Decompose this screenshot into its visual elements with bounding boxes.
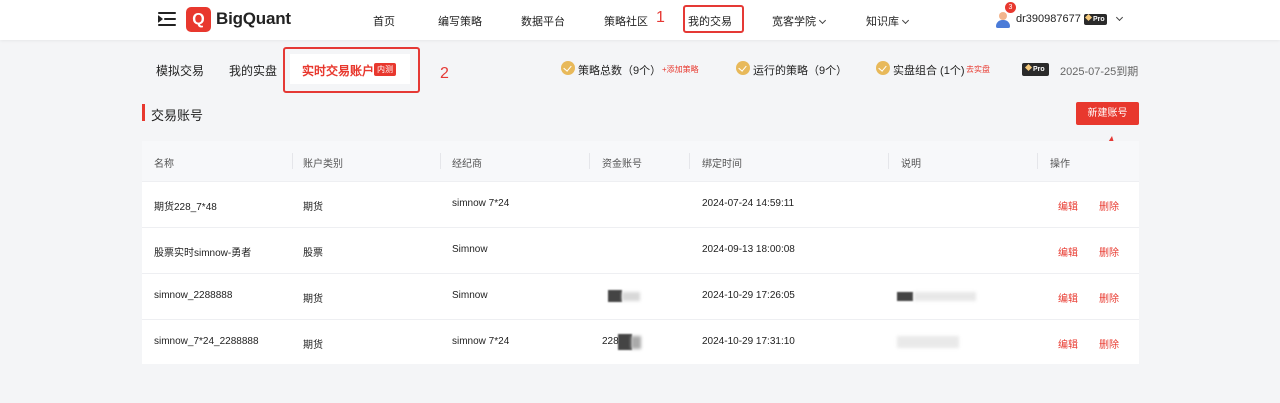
chevron-down-icon <box>818 16 827 25</box>
cell-time: 2024-09-13 18:00:08 <box>702 244 795 255</box>
cell-broker: simnow 7*24 <box>452 198 510 209</box>
go-live-link[interactable]: 去实盘 <box>966 64 990 75</box>
cell-type: 期货 <box>303 340 323 351</box>
redacted-account <box>618 334 632 350</box>
nav-active-highlight <box>683 5 744 33</box>
edit-button[interactable]: 编辑 <box>1058 290 1078 305</box>
redacted-description <box>897 336 959 348</box>
table-row: 股票实时simnow-勇者 股票 Simnow 2024-09-13 18:00… <box>142 227 1139 273</box>
redacted-description <box>914 292 976 301</box>
col-actions: 操作 <box>1050 159 1070 170</box>
table-row: simnow_2288888 期货 Simnow 2024-10-29 17:2… <box>142 273 1139 319</box>
redacted-description <box>897 292 913 301</box>
annotation-1: 1 <box>656 9 665 26</box>
top-header: Q BigQuant 首页 编写策略 数据平台 策略社区 我的交易 宽客学院 知… <box>0 0 1280 40</box>
delete-button[interactable]: 删除 <box>1099 336 1119 351</box>
annotation-2: 2 <box>440 65 449 82</box>
username[interactable]: dr390987677 <box>1016 13 1081 25</box>
redacted-account <box>608 290 622 302</box>
redacted-account <box>631 336 641 349</box>
nav-knowledge-base-label: 知识库 <box>866 16 899 28</box>
cell-time: 2024-10-29 17:31:10 <box>702 336 795 347</box>
tab-my-live[interactable]: 我的实盘 <box>229 62 277 79</box>
table-header: 名称 账户类别 经纪商 资金账号 绑定时间 说明 操作 <box>142 141 1139 181</box>
notification-badge[interactable]: 3 <box>1005 2 1016 13</box>
pro-badge-label: Pro <box>1093 16 1105 23</box>
logo-icon[interactable]: Q <box>186 7 211 32</box>
col-name: 名称 <box>154 159 174 170</box>
cell-broker: Simnow <box>452 244 488 255</box>
cell-type: 期货 <box>303 294 323 305</box>
cell-time: 2024-07-24 14:59:11 <box>702 198 795 209</box>
col-broker: 经纪商 <box>452 159 482 170</box>
cell-type: 期货 <box>303 202 323 213</box>
tab-simulated-trading[interactable]: 模拟交易 <box>156 62 204 79</box>
section-title: 交易账号 <box>151 108 204 123</box>
delete-button[interactable]: 删除 <box>1099 198 1119 213</box>
table-row: 期货228_7*48 期货 simnow 7*24 2024-07-24 14:… <box>142 181 1139 227</box>
cell-name: 期货228_7*48 <box>154 202 217 213</box>
cell-name: 股票实时simnow-勇者 <box>154 248 252 259</box>
beta-badge: 内测 <box>374 63 396 76</box>
chevron-down-icon <box>901 16 910 25</box>
check-coin-icon <box>876 61 890 75</box>
gem-icon <box>1084 13 1093 22</box>
nav-data-platform[interactable]: 数据平台 <box>521 13 565 29</box>
col-description: 说明 <box>901 159 921 170</box>
cell-name: simnow_2288888 <box>154 290 233 301</box>
col-bind-time: 绑定时间 <box>702 159 742 170</box>
pro-expire-date: 2025-07-25到期 <box>1060 66 1139 78</box>
tab-realtime-account[interactable]: 实时交易账户 <box>302 62 374 79</box>
stat-running-strategies: 运行的策略（9个） <box>753 65 848 77</box>
edit-button[interactable]: 编辑 <box>1058 244 1078 259</box>
edit-button[interactable]: 编辑 <box>1058 336 1078 351</box>
pro-badge: Pro <box>1084 13 1107 25</box>
avatar[interactable] <box>995 11 1011 29</box>
edit-button[interactable]: 编辑 <box>1058 198 1078 213</box>
add-strategy-link[interactable]: +添加策略 <box>662 64 699 75</box>
menu-icon[interactable] <box>158 12 176 26</box>
delete-button[interactable]: 删除 <box>1099 290 1119 305</box>
stat-strategy-total: 策略总数（9个） <box>578 65 662 77</box>
cell-account: 228 <box>602 336 619 347</box>
stat-live-portfolio: 实盘组合 (1个) <box>893 65 965 77</box>
redacted-account <box>622 292 640 301</box>
logo-text[interactable]: BigQuant <box>216 9 291 29</box>
nav-home[interactable]: 首页 <box>373 13 395 29</box>
check-coin-icon <box>736 61 750 75</box>
table-row: simnow_7*24_2288888 期货 simnow 7*24 228 2… <box>142 319 1139 365</box>
new-account-button[interactable]: 新建账号 <box>1076 102 1139 125</box>
nav-write-strategy[interactable]: 编写策略 <box>438 13 482 29</box>
nav-strategy-community[interactable]: 策略社区 <box>604 13 648 29</box>
delete-button[interactable]: 删除 <box>1099 244 1119 259</box>
cell-name: simnow_7*24_2288888 <box>154 336 259 347</box>
pro-badge: Pro <box>1022 63 1049 76</box>
gem-icon <box>1024 63 1033 72</box>
cell-broker: simnow 7*24 <box>452 336 510 347</box>
nav-quant-academy[interactable]: 宽客学院 <box>772 13 827 29</box>
pro-badge-label: Pro <box>1033 66 1045 73</box>
check-coin-icon <box>561 61 575 75</box>
col-account: 资金账号 <box>602 159 642 170</box>
accounts-table: 名称 账户类别 经纪商 资金账号 绑定时间 说明 操作 期货228_7*48 期… <box>142 141 1139 364</box>
cell-time: 2024-10-29 17:26:05 <box>702 290 795 301</box>
section-accent-bar <box>142 104 145 121</box>
nav-quant-academy-label: 宽客学院 <box>772 16 816 28</box>
nav-knowledge-base[interactable]: 知识库 <box>866 13 910 29</box>
col-type: 账户类别 <box>303 159 343 170</box>
chevron-down-icon[interactable] <box>1115 13 1124 22</box>
cell-broker: Simnow <box>452 290 488 301</box>
cell-type: 股票 <box>303 248 323 259</box>
